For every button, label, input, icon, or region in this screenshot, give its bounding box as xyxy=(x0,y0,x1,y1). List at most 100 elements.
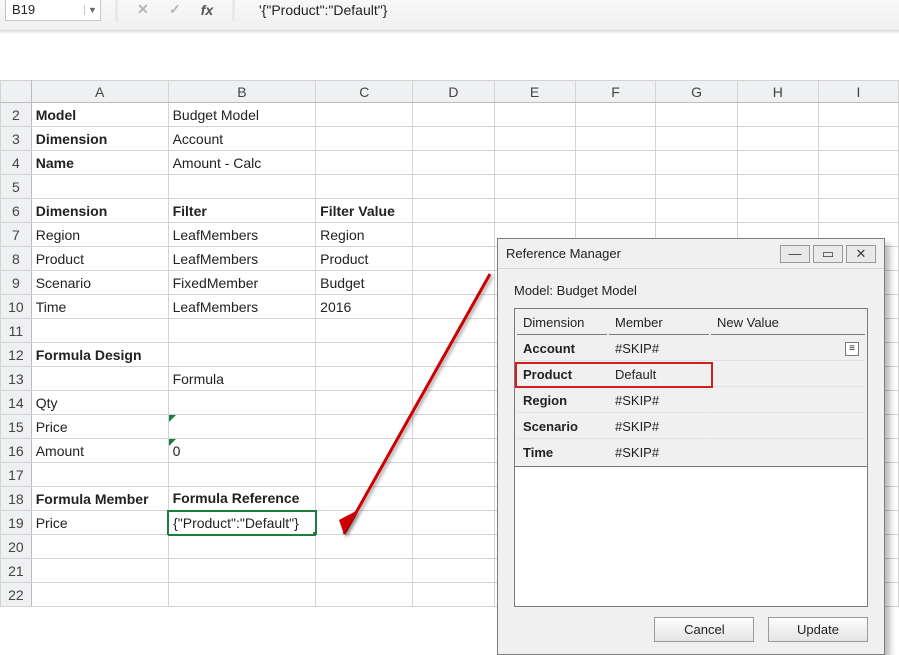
cell-C10[interactable]: 2016 xyxy=(316,295,413,319)
cell-empty[interactable] xyxy=(413,583,494,607)
row-header-12[interactable]: 12 xyxy=(1,343,32,367)
cell-empty[interactable] xyxy=(656,175,737,199)
cell-A22[interactable] xyxy=(31,583,168,607)
cell-empty[interactable] xyxy=(494,199,575,223)
cell-A7[interactable]: Region xyxy=(31,223,168,247)
cell-empty[interactable] xyxy=(413,535,494,559)
cell-empty[interactable] xyxy=(575,175,656,199)
cell-empty[interactable] xyxy=(575,103,656,127)
dim-row-account[interactable]: Account#SKIP#≡ xyxy=(517,337,865,361)
row-header-9[interactable]: 9 xyxy=(1,271,32,295)
cell-A8[interactable]: Product xyxy=(31,247,168,271)
cell-empty[interactable] xyxy=(413,223,494,247)
row-header-5[interactable]: 5 xyxy=(1,175,32,199)
maximize-icon[interactable]: ▭ xyxy=(813,245,843,263)
dim-row-time[interactable]: Time#SKIP# xyxy=(517,441,865,464)
row-col-corner[interactable] xyxy=(1,81,32,103)
cell-B19[interactable]: {"Product":"Default"} xyxy=(168,511,316,535)
row-header-21[interactable]: 21 xyxy=(1,559,32,583)
col-header-D[interactable]: D xyxy=(413,81,494,103)
col-dimension[interactable]: Dimension xyxy=(517,311,607,335)
cell-C7[interactable]: Region xyxy=(316,223,413,247)
col-header-F[interactable]: F xyxy=(575,81,656,103)
row-header-2[interactable]: 2 xyxy=(1,103,32,127)
cell-B18[interactable]: Formula Reference xyxy=(168,487,316,511)
dialog-titlebar[interactable]: Reference Manager — ▭ ✕ xyxy=(498,239,884,269)
cell-B16[interactable]: 0 xyxy=(168,439,316,463)
col-header-A[interactable]: A xyxy=(31,81,168,103)
update-button[interactable]: Update xyxy=(768,617,868,642)
cell-A2[interactable]: Model xyxy=(31,103,168,127)
row-header-20[interactable]: 20 xyxy=(1,535,32,559)
cell-empty[interactable] xyxy=(575,151,656,175)
col-header-B[interactable]: B xyxy=(168,81,316,103)
cell-B22[interactable] xyxy=(168,583,316,607)
cell-empty[interactable] xyxy=(413,271,494,295)
row-header-11[interactable]: 11 xyxy=(1,319,32,343)
row-header-4[interactable]: 4 xyxy=(1,151,32,175)
cell-C13[interactable] xyxy=(316,367,413,391)
row-header-14[interactable]: 14 xyxy=(1,391,32,415)
cell-B14[interactable] xyxy=(168,391,316,415)
cell-C12[interactable] xyxy=(316,343,413,367)
cell-B17[interactable] xyxy=(168,463,316,487)
chevron-down-icon[interactable]: ▼ xyxy=(84,5,100,15)
cell-C15[interactable] xyxy=(316,415,413,439)
cell-A15[interactable]: Price xyxy=(31,415,168,439)
cell-empty[interactable] xyxy=(818,151,898,175)
cell-B7[interactable]: LeafMembers xyxy=(168,223,316,247)
cell-B3[interactable]: Account xyxy=(168,127,316,151)
cell-A11[interactable] xyxy=(31,319,168,343)
cell-C11[interactable] xyxy=(316,319,413,343)
cell-empty[interactable] xyxy=(413,367,494,391)
cell-A17[interactable] xyxy=(31,463,168,487)
cell-empty[interactable] xyxy=(413,487,494,511)
dim-row-scenario[interactable]: Scenario#SKIP# xyxy=(517,415,865,439)
row-header-3[interactable]: 3 xyxy=(1,127,32,151)
cell-empty[interactable] xyxy=(656,199,737,223)
cell-C6[interactable]: Filter Value xyxy=(316,199,413,223)
col-header-H[interactable]: H xyxy=(737,81,818,103)
cell-empty[interactable] xyxy=(413,415,494,439)
row-header-16[interactable]: 16 xyxy=(1,439,32,463)
cell-empty[interactable] xyxy=(413,103,494,127)
cell-A21[interactable] xyxy=(31,559,168,583)
row-menu-icon[interactable]: ≡ xyxy=(845,342,859,356)
accept-formula-icon[interactable]: ✓ xyxy=(164,0,186,20)
name-box[interactable]: B19 ▼ xyxy=(5,0,101,21)
cancel-formula-icon[interactable]: ✕ xyxy=(132,0,154,20)
cell-empty[interactable] xyxy=(413,127,494,151)
cell-B15[interactable] xyxy=(168,415,316,439)
cell-C9[interactable]: Budget xyxy=(316,271,413,295)
cell-B11[interactable] xyxy=(168,319,316,343)
cell-C18[interactable] xyxy=(316,487,413,511)
row-header-7[interactable]: 7 xyxy=(1,223,32,247)
cell-empty[interactable] xyxy=(413,175,494,199)
cell-C21[interactable] xyxy=(316,559,413,583)
cell-empty[interactable] xyxy=(818,175,898,199)
cell-empty[interactable] xyxy=(737,127,818,151)
cell-empty[interactable] xyxy=(656,127,737,151)
cell-empty[interactable] xyxy=(413,295,494,319)
cell-C19[interactable] xyxy=(316,511,413,535)
row-header-17[interactable]: 17 xyxy=(1,463,32,487)
cell-B2[interactable]: Budget Model xyxy=(168,103,316,127)
cell-A14[interactable]: Qty xyxy=(31,391,168,415)
row-header-10[interactable]: 10 xyxy=(1,295,32,319)
cell-B12[interactable] xyxy=(168,343,316,367)
dim-row-product[interactable]: ProductDefault xyxy=(517,363,865,387)
cell-empty[interactable] xyxy=(413,511,494,535)
cell-B13[interactable]: Formula xyxy=(168,367,316,391)
cell-B4[interactable]: Amount - Calc xyxy=(168,151,316,175)
formula-input[interactable]: '{"Product":"Default"} xyxy=(249,2,894,18)
cell-A3[interactable]: Dimension xyxy=(31,127,168,151)
cell-empty[interactable] xyxy=(656,151,737,175)
row-header-18[interactable]: 18 xyxy=(1,487,32,511)
cell-B5[interactable] xyxy=(168,175,316,199)
cell-C22[interactable] xyxy=(316,583,413,607)
cell-B9[interactable]: FixedMember xyxy=(168,271,316,295)
col-header-C[interactable]: C xyxy=(316,81,413,103)
cell-C8[interactable]: Product xyxy=(316,247,413,271)
cell-C20[interactable] xyxy=(316,535,413,559)
row-header-13[interactable]: 13 xyxy=(1,367,32,391)
